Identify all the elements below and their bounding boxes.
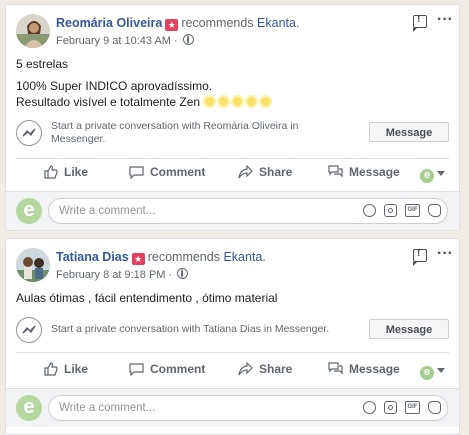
post-body-line: Aulas ótimas , fácil entendimento , ótim… (16, 291, 278, 305)
message-label: Message (349, 165, 400, 179)
comment-tools: GIF (355, 401, 441, 415)
author-name[interactable]: Reomária Oliveira (56, 16, 162, 30)
share-button[interactable]: Share (238, 159, 292, 185)
star-emoji-icon (217, 95, 231, 108)
review-post-2: Tatiana Dias ★ recommends Ekanta. February… (5, 238, 460, 435)
like-button[interactable]: Like (44, 356, 88, 382)
like-label: Like (64, 165, 89, 179)
post-meta: February 9 at 10:43 AM · (56, 34, 194, 47)
star-emoji-icon (259, 95, 273, 108)
message-button[interactable]: Message (369, 122, 449, 142)
like-label: Like (64, 362, 89, 376)
comment-bubble-icon (129, 359, 144, 385)
star-emoji-icon (203, 95, 217, 108)
share-label: Share (259, 165, 293, 179)
sticker-icon[interactable] (428, 204, 441, 217)
recommend-star-icon: ★ (131, 253, 145, 265)
comment-bubble-icon (129, 162, 144, 188)
message-action-button[interactable]: Message (328, 159, 400, 185)
comment-placeholder: Write a comment... (59, 205, 156, 217)
comment-composer: e Write a comment... GIF (6, 388, 459, 427)
message-action-button[interactable]: Message (328, 356, 400, 382)
share-button[interactable]: Share (238, 356, 292, 382)
share-arrow-icon (238, 359, 253, 385)
messenger-icon (16, 120, 42, 146)
thumbs-up-icon (44, 359, 58, 385)
recommends-label: recommends (147, 250, 220, 264)
review-post-1: Reomária Oliveira ★ recommends Ekanta. Feb… (5, 4, 460, 231)
gif-icon[interactable]: GIF (405, 401, 420, 414)
message-button[interactable]: Message (369, 319, 449, 339)
more-options-icon[interactable]: ··· (437, 245, 453, 263)
comment-button[interactable]: Comment (129, 356, 205, 382)
comment-composer: e Write a comment... GIF (6, 191, 459, 230)
star-emoji-row (203, 95, 273, 109)
report-flag-icon[interactable] (413, 248, 427, 266)
chevron-down-icon (437, 171, 445, 176)
message-label: Message (349, 362, 400, 376)
post-body-line-with-stars: Resultado visível e totalmente Zen (16, 95, 273, 109)
author-avatar[interactable] (16, 14, 50, 48)
camera-icon[interactable] (384, 401, 397, 414)
messenger-prompt-text: Start a private conversation with Tatian… (51, 323, 330, 335)
more-options-icon[interactable]: ··· (437, 11, 453, 29)
post-body-line: Resultado visível e totalmente Zen (16, 95, 201, 109)
messenger-icon (16, 317, 42, 343)
post-body-line: 100% Super INDICO aprovadíssimo. (16, 79, 213, 93)
page-avatar-small: e (420, 169, 434, 183)
post-header: Reomária Oliveira ★ recommends Ekanta. (56, 16, 299, 31)
message-bubbles-icon (328, 359, 343, 385)
comment-tools: GIF (355, 204, 441, 218)
post-actions: Like Comment Share Message e (6, 159, 459, 185)
page-selector[interactable]: e (420, 362, 445, 380)
recommend-star-icon: ★ (165, 19, 179, 31)
messenger-prompt-box: Start a private conversation with Tatian… (16, 315, 449, 347)
divider (16, 352, 449, 353)
messenger-prompt-box: Start a private conversation with Reomár… (16, 118, 449, 150)
messenger-prompt-text: Start a private conversation with Reomár… (51, 120, 299, 145)
like-button[interactable]: Like (44, 159, 88, 185)
share-arrow-icon (238, 162, 253, 188)
report-flag-icon[interactable] (413, 14, 427, 32)
post-actions: Like Comment Share Message e (6, 356, 459, 382)
page-selector[interactable]: e (420, 165, 445, 183)
gif-icon[interactable]: GIF (405, 204, 420, 217)
page-avatar-small: e (420, 366, 434, 380)
share-label: Share (259, 362, 293, 376)
emoji-icon[interactable] (363, 204, 376, 217)
star-emoji-icon (231, 95, 245, 108)
commenter-avatar: e (16, 395, 42, 421)
post-header: Tatiana Dias ★ recommends Ekanta. (56, 250, 266, 265)
comment-placeholder: Write a comment... (59, 402, 156, 414)
page-name-link[interactable]: Ekanta. (223, 250, 265, 264)
recommends-label: recommends (181, 16, 254, 30)
globe-icon (177, 268, 189, 279)
camera-icon[interactable] (384, 204, 397, 217)
chevron-down-icon (437, 368, 445, 373)
comment-label: Comment (150, 165, 206, 179)
message-bubbles-icon (328, 162, 343, 188)
emoji-icon[interactable] (363, 401, 376, 414)
star-emoji-icon (245, 95, 259, 108)
comment-button[interactable]: Comment (129, 159, 205, 185)
post-timestamp[interactable]: February 8 at 9:18 PM · (56, 269, 172, 281)
thumbs-up-icon (44, 162, 58, 188)
commenter-avatar: e (16, 198, 42, 224)
sticker-icon[interactable] (428, 401, 441, 414)
comment-input[interactable]: Write a comment... GIF (48, 198, 448, 224)
post-meta: February 8 at 9:18 PM · (56, 268, 189, 281)
author-avatar[interactable] (16, 248, 50, 282)
globe-icon (182, 34, 194, 45)
author-name[interactable]: Tatiana Dias (56, 250, 129, 264)
comment-input[interactable]: Write a comment... GIF (48, 395, 448, 421)
comment-label: Comment (150, 362, 206, 376)
post-body-line: 5 estrelas (16, 57, 69, 71)
post-timestamp[interactable]: February 9 at 10:43 AM · (56, 35, 178, 47)
page-name-link[interactable]: Ekanta. (257, 16, 299, 30)
